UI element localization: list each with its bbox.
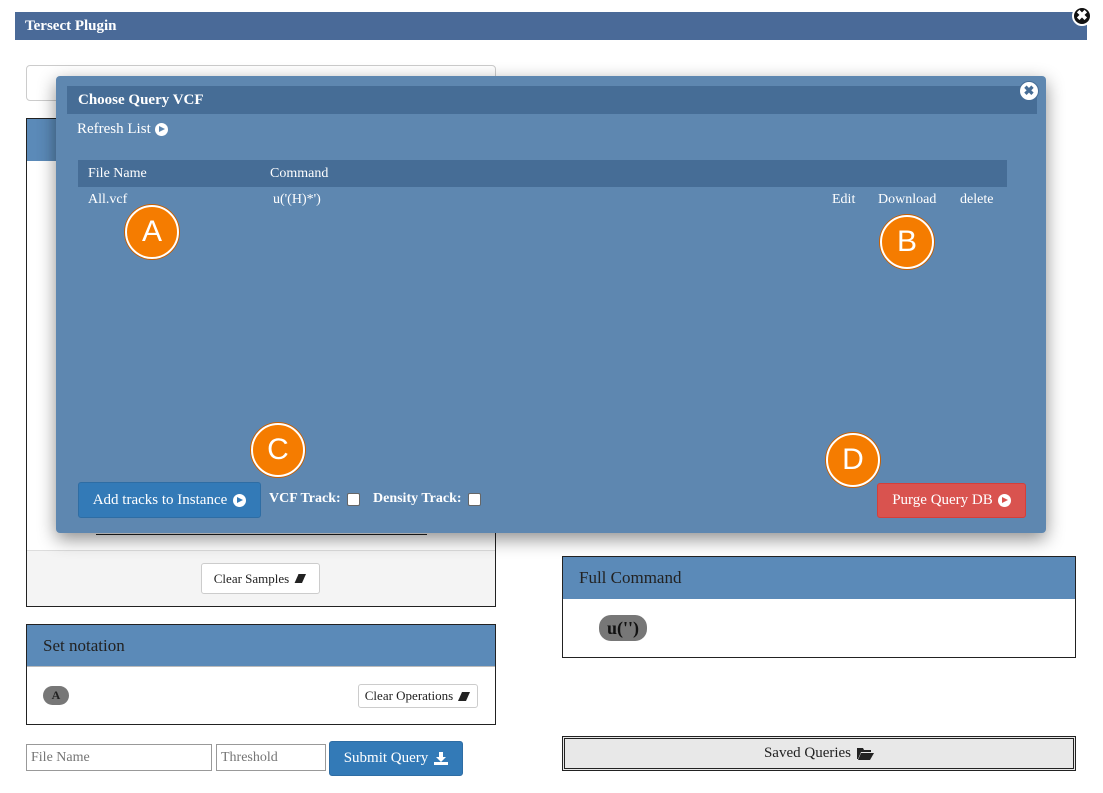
samples-panel-footer: Clear Samples — [27, 550, 495, 606]
row-download-link[interactable]: Download — [878, 192, 936, 208]
plugin-title-bar: Tersect Plugin — [15, 12, 1087, 40]
density-track-option: Density Track: — [373, 491, 481, 507]
divider — [96, 534, 427, 535]
add-tracks-button[interactable]: Add tracks to Instance — [78, 482, 261, 518]
clear-samples-button[interactable]: Clear Samples — [201, 563, 320, 594]
modal-title: Choose Query VCF — [78, 92, 204, 108]
column-file-name: File Name — [88, 166, 147, 181]
marker-b: B — [880, 215, 934, 269]
row-delete-link[interactable]: delete — [960, 192, 993, 208]
table-header: File Name Command — [78, 160, 1007, 187]
set-badge[interactable]: A — [43, 686, 69, 705]
add-tracks-label: Add tracks to Instance — [92, 491, 228, 508]
vcf-track-checkbox[interactable] — [346, 492, 360, 506]
row-command: u('(H)*') — [273, 192, 321, 207]
download-icon — [434, 752, 449, 765]
full-command-title: Full Command — [563, 557, 1075, 599]
marker-c: C — [251, 423, 305, 477]
circle-arrow-right-icon — [997, 494, 1011, 507]
row-file-name[interactable]: All.vcf — [88, 192, 127, 208]
full-command-panel: Full Command u('') — [562, 556, 1076, 658]
choose-query-vcf-modal: Choose Query VCF ✖ Refresh List File Nam… — [56, 76, 1046, 533]
folder-open-icon — [857, 748, 875, 760]
submit-query-button[interactable]: Submit Query — [329, 741, 463, 776]
eraser-icon — [458, 691, 471, 701]
close-icon[interactable]: ✖ — [1072, 6, 1092, 26]
modal-title-bar: Choose Query VCF — [67, 86, 1037, 114]
circle-arrow-right-icon — [154, 123, 168, 136]
plugin-title: Tersect Plugin — [25, 18, 117, 34]
vcf-track-option: VCF Track: — [269, 491, 360, 507]
clear-operations-button[interactable]: Clear Operations — [358, 684, 478, 708]
refresh-list-link[interactable]: Refresh List — [77, 121, 168, 138]
row-edit-link[interactable]: Edit — [832, 192, 855, 208]
purge-query-db-label: Purge Query DB — [892, 492, 993, 508]
table-row: All.vcf u('(H)*') Edit Download delete — [78, 190, 1007, 212]
purge-query-db-button[interactable]: Purge Query DB — [877, 483, 1026, 518]
marker-d: D — [826, 433, 880, 487]
threshold-input[interactable] — [216, 744, 326, 771]
file-name-input[interactable] — [26, 744, 212, 771]
marker-a: A — [125, 205, 179, 259]
saved-queries-button[interactable]: Saved Queries — [562, 736, 1076, 771]
command-value: u('') — [599, 615, 648, 641]
eraser-icon — [293, 573, 307, 584]
clear-samples-label: Clear Samples — [213, 570, 290, 586]
set-notation-title: Set notation — [27, 625, 495, 667]
density-track-label: Density Track: — [373, 491, 462, 506]
density-track-checkbox[interactable] — [467, 492, 481, 506]
tersect-plugin-window: Tersect Plugin ✖ Clear Samples Set notat… — [0, 0, 1103, 793]
set-notation-panel: Set notation A Clear Operations — [26, 624, 496, 725]
vcf-track-label: VCF Track: — [269, 491, 341, 506]
circle-arrow-right-icon — [233, 493, 247, 507]
column-command: Command — [270, 166, 329, 181]
submit-query-label: Submit Query — [343, 750, 429, 766]
clear-operations-label: Clear Operations — [364, 688, 454, 703]
modal-close-icon[interactable]: ✖ — [1019, 81, 1039, 101]
refresh-list-label: Refresh List — [77, 121, 151, 137]
saved-queries-label: Saved Queries — [763, 745, 852, 761]
